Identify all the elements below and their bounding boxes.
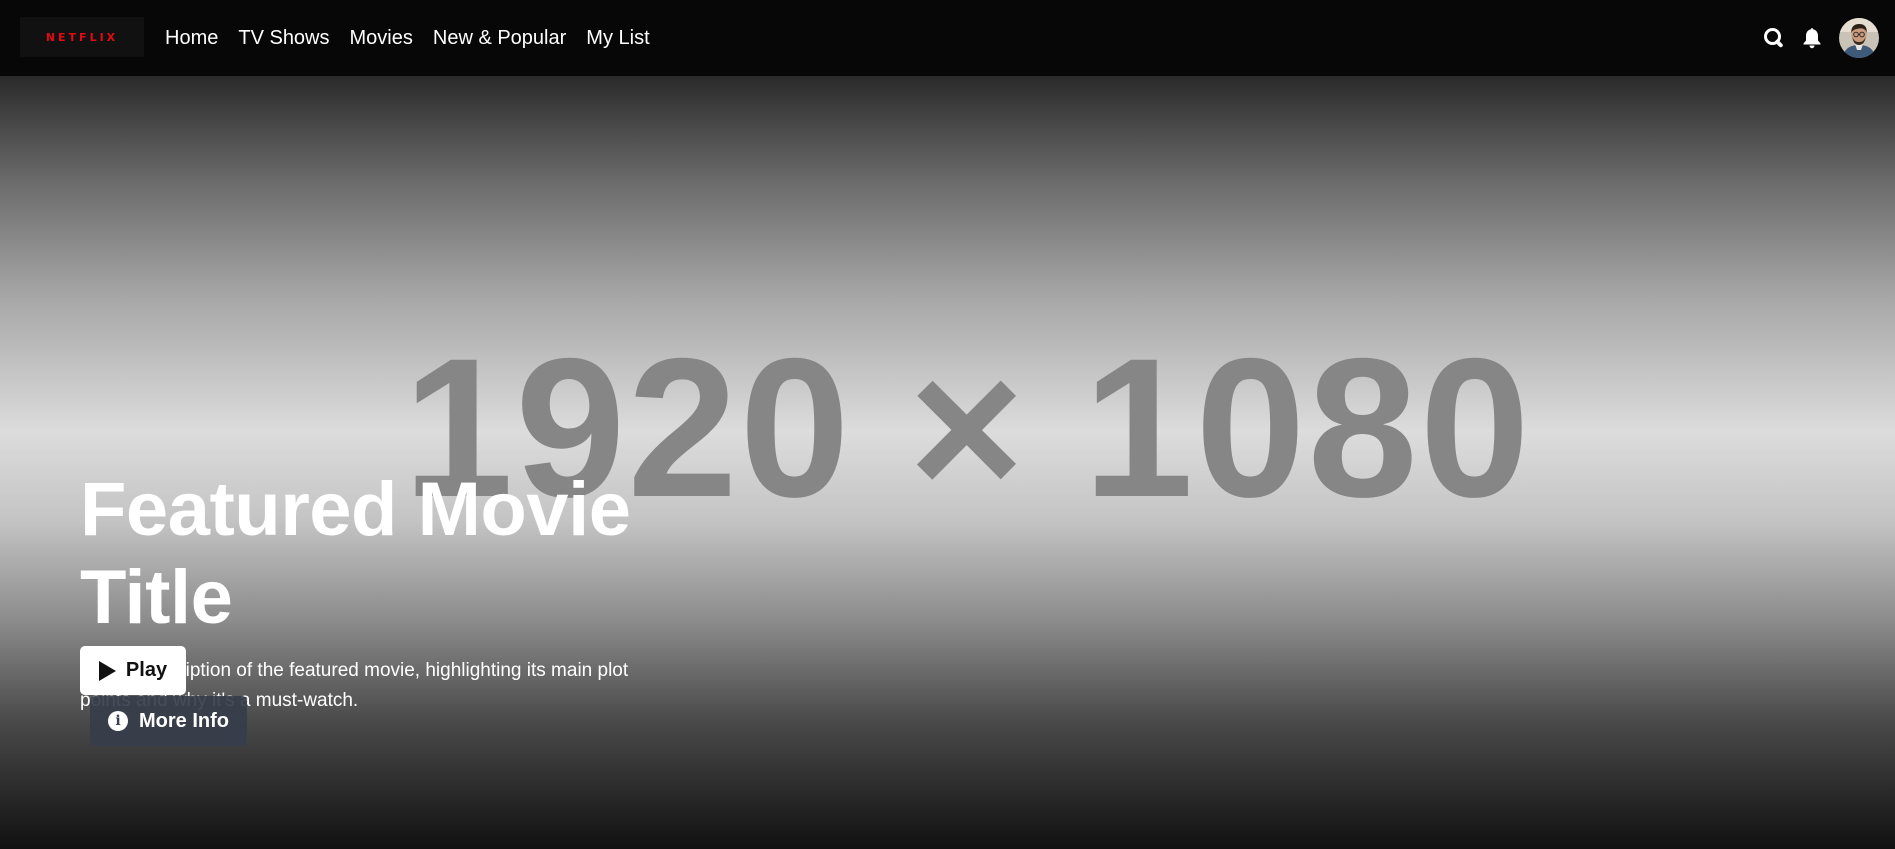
nav-item-movies[interactable]: Movies [350, 27, 413, 50]
primary-nav: Home TV Shows Movies New & Popular My Li… [165, 0, 670, 76]
top-navbar: NETFLIX Home TV Shows Movies New & Popul… [0, 0, 1895, 76]
nav-item-my-list[interactable]: My List [586, 27, 649, 50]
search-icon[interactable] [1763, 27, 1785, 49]
profile-avatar[interactable] [1839, 18, 1879, 58]
nav-item-tv-shows[interactable]: TV Shows [238, 27, 329, 50]
logo-text: NETFLIX [45, 30, 119, 44]
play-button[interactable]: Play [80, 646, 186, 695]
page: 1920 × 1080 Featured Movie Title A brief… [0, 0, 1895, 849]
bell-icon[interactable] [1801, 27, 1823, 49]
hero-title: Featured Movie Title [80, 467, 631, 640]
nav-actions [1763, 0, 1879, 76]
more-info-button[interactable]: i More Info [90, 696, 247, 746]
play-button-label: Play [125, 659, 168, 681]
play-icon [98, 660, 116, 681]
more-info-button-label: More Info [139, 709, 229, 732]
nav-item-new-popular[interactable]: New & Popular [433, 27, 566, 50]
info-icon: i [108, 711, 128, 731]
hero-banner: 1920 × 1080 Featured Movie Title A brief… [0, 0, 1895, 849]
hero-content: Featured Movie Title A brief description… [80, 466, 800, 716]
nav-item-home[interactable]: Home [165, 27, 218, 50]
netflix-logo[interactable]: NETFLIX [20, 17, 144, 57]
